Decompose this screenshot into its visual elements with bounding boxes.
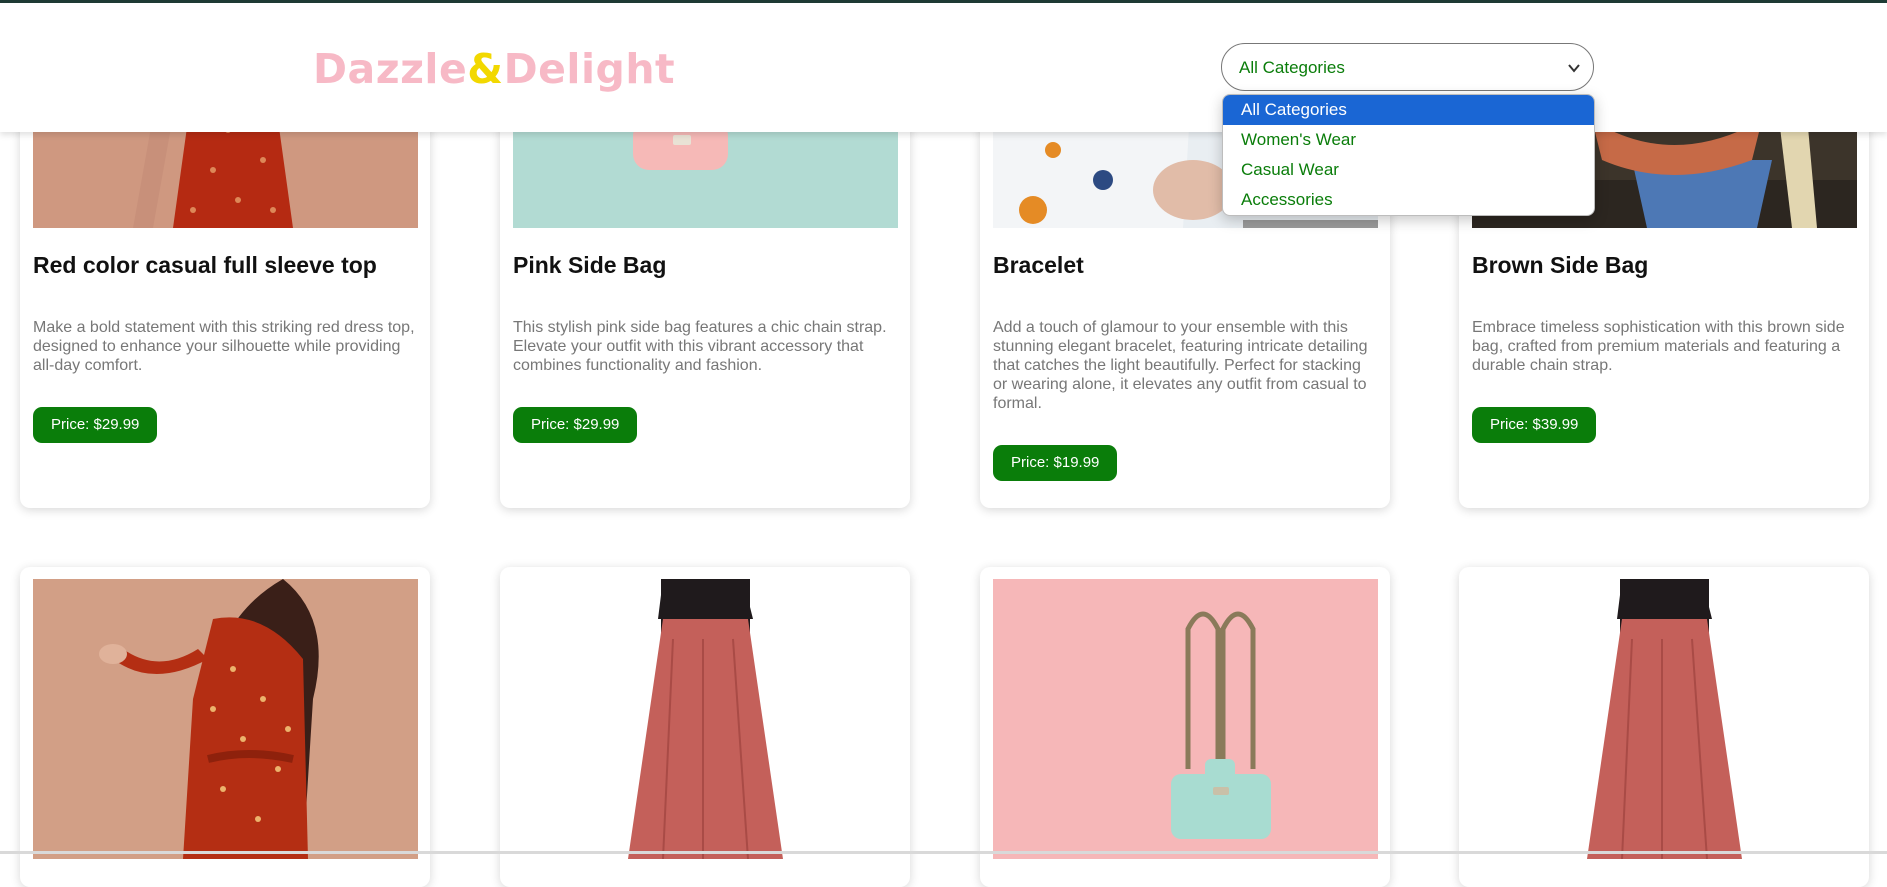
category-select[interactable]: All Categories: [1221, 43, 1594, 91]
option-womens-wear[interactable]: Women's Wear: [1223, 125, 1594, 155]
product-description: Embrace timeless sophistication with thi…: [1472, 319, 1845, 374]
logo-ampersand: &: [467, 45, 504, 93]
product-image-mint-bag[interactable]: [993, 579, 1378, 859]
option-all-categories[interactable]: All Categories: [1223, 95, 1594, 125]
product-image-pink-skirt[interactable]: [513, 579, 898, 859]
site-logo[interactable]: Dazzle&Delight: [313, 45, 675, 93]
product-description: Make a bold statement with this striking…: [33, 319, 415, 374]
product-image-pink-skirt[interactable]: [1472, 579, 1857, 859]
product-title: Bracelet: [993, 252, 1084, 278]
logo-text-delight: Delight: [503, 45, 676, 93]
option-casual-wear[interactable]: Casual Wear: [1223, 155, 1594, 185]
option-accessories[interactable]: Accessories: [1223, 185, 1594, 215]
price-button[interactable]: Price: $29.99: [33, 407, 158, 443]
product-card[interactable]: [20, 567, 430, 887]
category-dropdown-list: All Categories Women's Wear Casual Wear …: [1222, 94, 1595, 216]
logo-text-dazzle: Dazzle: [313, 45, 468, 93]
product-image-red-dress[interactable]: [33, 579, 418, 859]
product-title: Brown Side Bag: [1472, 252, 1649, 278]
product-title: Pink Side Bag: [513, 252, 667, 278]
product-description: Add a touch of glamour to your ensemble …: [993, 319, 1368, 412]
product-description: This stylish pink side bag features a ch…: [513, 319, 887, 374]
site-header: Dazzle&Delight All Categories: [0, 3, 1887, 132]
price-button[interactable]: Price: $19.99: [993, 445, 1118, 481]
category-select-value: All Categories: [1239, 58, 1345, 77]
price-button[interactable]: Price: $39.99: [1472, 407, 1597, 443]
price-button[interactable]: Price: $29.99: [513, 407, 638, 443]
product-card[interactable]: [1459, 567, 1869, 887]
product-card[interactable]: [980, 567, 1390, 887]
product-title: Red color casual full sleeve top: [33, 252, 377, 278]
product-card[interactable]: [500, 567, 910, 887]
chevron-down-icon: [1567, 61, 1581, 80]
